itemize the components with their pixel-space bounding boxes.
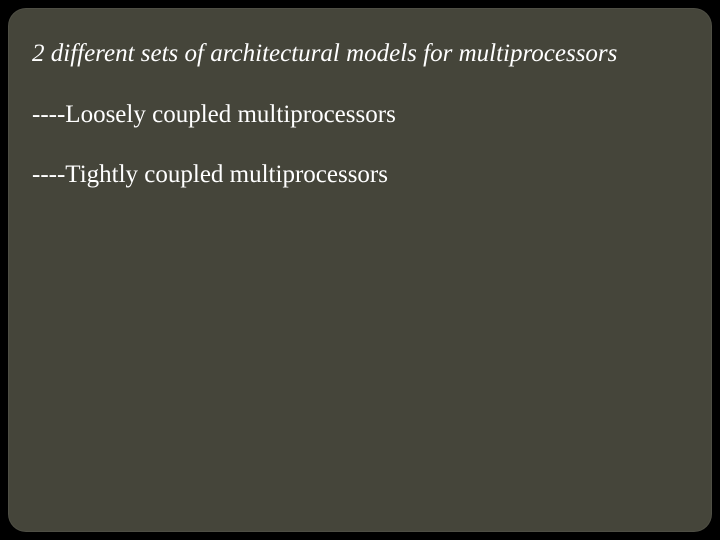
slide-heading: 2 different sets of architectural models… — [32, 38, 688, 71]
slide-panel: 2 different sets of architectural models… — [8, 8, 712, 532]
bullet-tightly-coupled: ----Tightly coupled multiprocessors — [32, 159, 688, 192]
bullet-loosely-coupled: ----Loosely coupled multiprocessors — [32, 99, 688, 132]
slide-content: 2 different sets of architectural models… — [32, 38, 688, 220]
